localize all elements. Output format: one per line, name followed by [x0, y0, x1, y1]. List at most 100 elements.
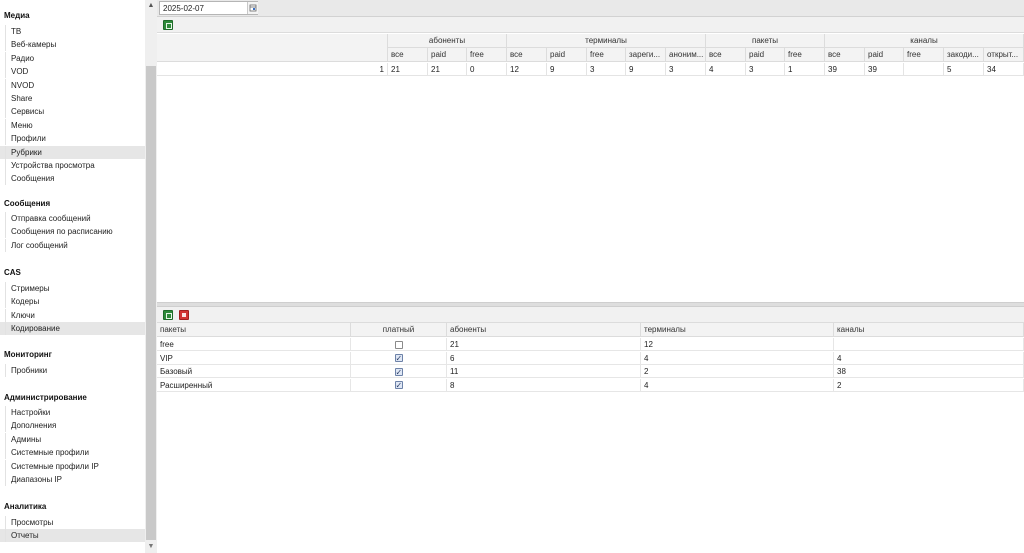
column-header[interactable]: платный [351, 323, 447, 337]
sidebar-item[interactable]: Лог сообщений [0, 238, 145, 252]
sidebar-item[interactable]: Сервисы [0, 105, 145, 119]
column-header[interactable]: абоненты [447, 323, 641, 337]
table-cell: 4 [706, 63, 746, 76]
column-header[interactable]: free [587, 48, 626, 62]
table-cell [904, 63, 944, 76]
sidebar-item[interactable]: Ключи [0, 308, 145, 322]
sidebar-item[interactable]: Веб-камеры [0, 38, 145, 52]
column-header[interactable]: аноним... [666, 48, 706, 62]
sidebar-item[interactable]: Отчеты [0, 529, 145, 543]
table-cell: 39 [825, 63, 865, 76]
sidebar-item[interactable]: Админы [0, 432, 145, 446]
sidebar-item[interactable]: Настройки [0, 406, 145, 419]
sidebar-item[interactable]: Дополнения [0, 419, 145, 433]
paid-cell [351, 338, 447, 351]
export-pdf-icon[interactable] [179, 310, 189, 320]
sidebar-scrollbar[interactable]: ▲ ▼ [145, 0, 157, 553]
column-header[interactable]: paid [865, 48, 904, 62]
table-cell: Расширенный [157, 378, 351, 392]
grid-corner [157, 34, 388, 62]
table-cell: 38 [834, 365, 1024, 378]
column-header[interactable]: все [825, 48, 865, 62]
scrollbar-thumb[interactable] [146, 66, 156, 540]
column-header[interactable]: терминалы [641, 323, 834, 337]
table-cell: 2 [641, 365, 834, 378]
summary-grid: абоненты терминалы пакеты каналы все paid free… [157, 34, 1024, 302]
column-header[interactable]: free [904, 48, 944, 62]
sidebar-item[interactable]: Просмотры [0, 516, 145, 529]
table-cell: 21 [428, 63, 467, 76]
column-header[interactable]: пакеты [157, 323, 351, 337]
table-cell: 5 [944, 63, 984, 76]
scroll-up-icon[interactable]: ▲ [145, 0, 157, 12]
table-cell: 4 [834, 351, 1024, 365]
table-cell: 6 [447, 351, 641, 365]
column-header[interactable]: открыт... [984, 48, 1024, 62]
column-header[interactable]: все [706, 48, 746, 62]
calendar-icon[interactable] [247, 2, 258, 14]
date-toolbar [157, 0, 1024, 17]
scroll-down-icon[interactable]: ▼ [145, 541, 157, 553]
column-header[interactable]: free [467, 48, 507, 62]
date-input[interactable] [160, 2, 247, 14]
sidebar-item[interactable]: Кодеры [0, 295, 145, 309]
sidebar-item[interactable]: Пробники [0, 364, 145, 377]
column-header[interactable]: каналы [834, 323, 1024, 337]
table-cell: 3 [587, 63, 626, 76]
sidebar-item[interactable]: NVOD [0, 78, 145, 92]
sidebar-item[interactable]: Сообщения по расписанию [0, 225, 145, 239]
column-group-header: терминалы [507, 34, 706, 48]
sidebar-item[interactable]: Отправка сообщений [0, 212, 145, 225]
sidebar-section-title: Администрирование [4, 393, 87, 402]
table-cell: 3 [666, 63, 706, 76]
column-header[interactable]: зареги... [626, 48, 666, 62]
table-cell: 0 [467, 63, 507, 76]
row-number: 1 [157, 63, 388, 76]
table-cell: 34 [984, 63, 1024, 76]
table-cell: 9 [547, 63, 587, 76]
paid-cell [351, 365, 447, 379]
sidebar-item[interactable]: Меню [0, 118, 145, 132]
paid-checkbox[interactable] [394, 340, 403, 349]
paid-checkbox[interactable] [394, 352, 403, 365]
sidebar-item[interactable]: Share [0, 92, 145, 105]
table-cell: 11 [447, 365, 641, 378]
sidebar-item[interactable]: Кодирование [0, 322, 145, 336]
column-header[interactable]: все [388, 48, 428, 62]
summary-toolbar [157, 17, 1024, 33]
column-header[interactable]: free [785, 48, 825, 62]
sidebar-item[interactable]: Устройства просмотра [0, 159, 145, 172]
table-cell: 1 [785, 63, 825, 76]
table-cell [834, 338, 1024, 351]
sidebar-item[interactable]: VOD [0, 65, 145, 79]
sidebar-item[interactable]: Радио [0, 51, 145, 65]
table-cell: free [157, 338, 351, 351]
column-group-header: пакеты [706, 34, 825, 48]
column-header[interactable]: paid [746, 48, 785, 62]
column-header[interactable]: закоди... [944, 48, 984, 62]
export-excel-icon[interactable] [163, 310, 173, 320]
sidebar-section-title: CAS [4, 268, 21, 277]
sidebar-item[interactable]: Системные профили [0, 446, 145, 460]
table-cell: 21 [388, 63, 428, 76]
paid-checkbox[interactable] [394, 366, 403, 379]
paid-cell [351, 351, 447, 365]
sidebar-item[interactable]: Стримеры [0, 282, 145, 295]
sidebar-section-title: Сообщения [4, 199, 51, 208]
sidebar-item[interactable]: ТВ [0, 25, 145, 38]
sidebar-list: Медиа ТВ Веб-камеры Радио VOD NVOD Share Сервис… [0, 0, 145, 553]
main-panel: абонентытерминалыпакетыканалывсеpaidfree… [157, 0, 1024, 553]
sidebar-section-title: Медиа [4, 11, 30, 20]
column-header[interactable]: paid [547, 48, 587, 62]
sidebar-item[interactable]: Системные профили IP [0, 459, 145, 473]
sidebar-item[interactable]: Диапазоны IP [0, 473, 145, 486]
sidebar-item[interactable]: Профили [0, 132, 145, 146]
sidebar-item[interactable]: Рубрики [0, 145, 145, 159]
column-header[interactable]: все [507, 48, 547, 62]
date-picker[interactable] [159, 1, 258, 15]
sidebar-item[interactable]: Сообщения [0, 172, 145, 186]
paid-checkbox[interactable] [394, 379, 403, 392]
export-excel-icon[interactable] [163, 20, 173, 30]
table-cell: 3 [746, 63, 785, 76]
column-header[interactable]: paid [428, 48, 467, 62]
